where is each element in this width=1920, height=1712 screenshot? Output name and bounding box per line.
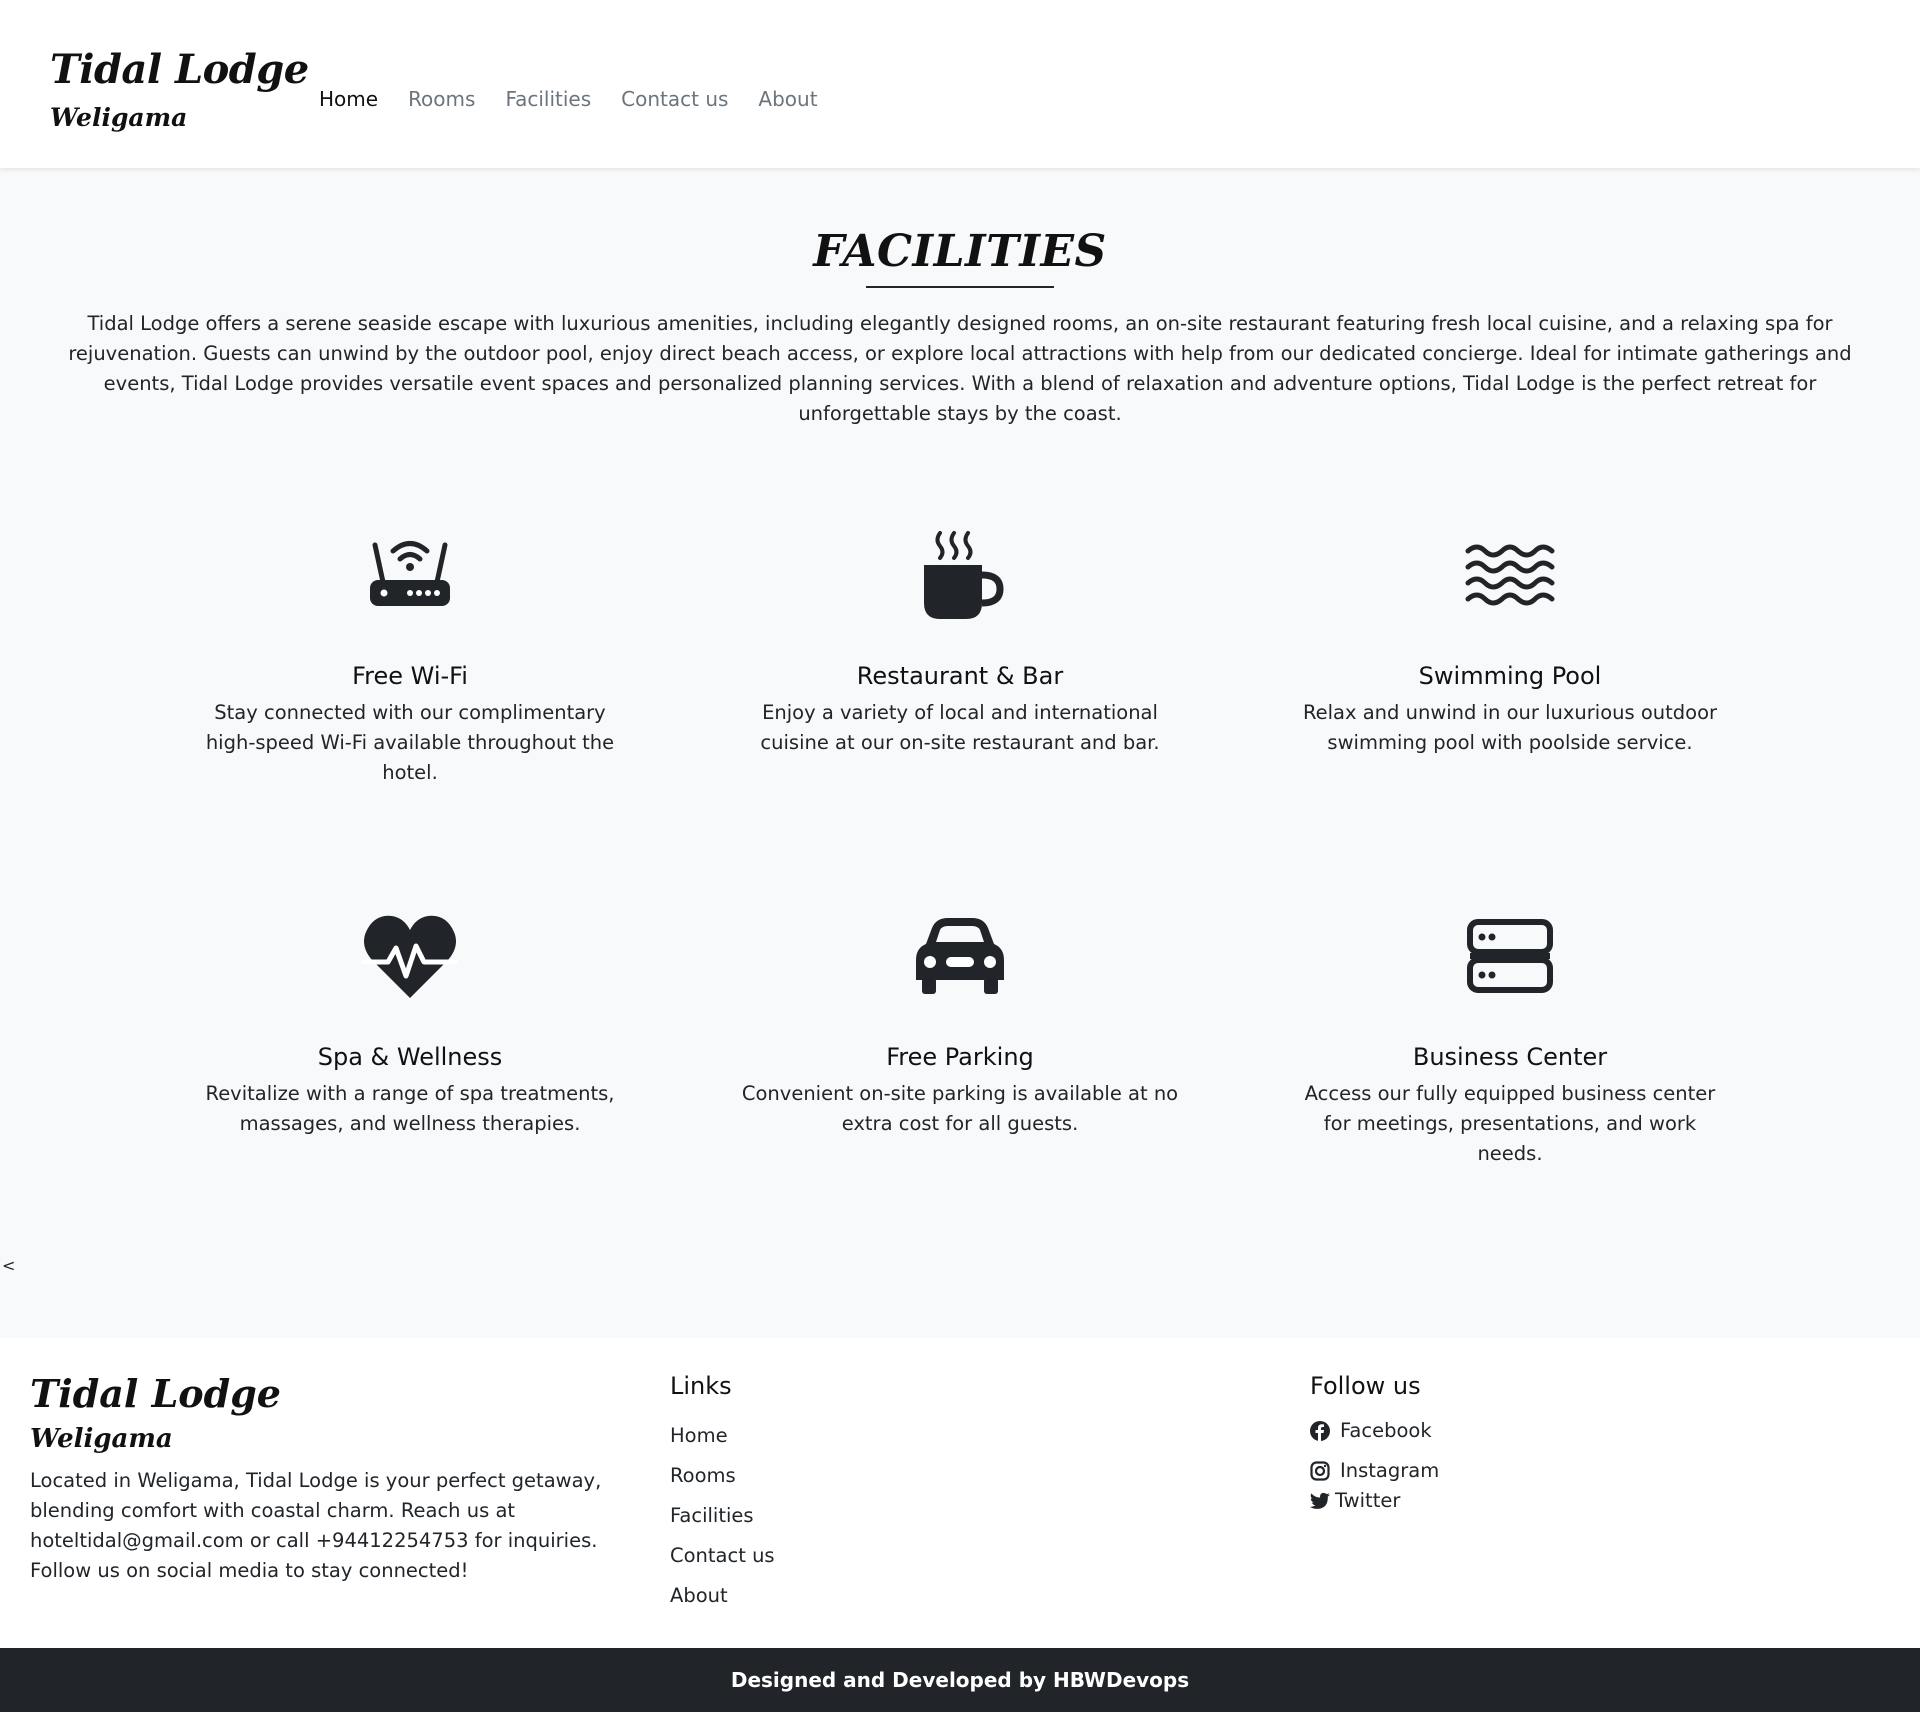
facility-title: Free Parking: [886, 1043, 1034, 1071]
social-label: Facebook: [1340, 1419, 1432, 1442]
credits-bar: Designed and Developed by HBWDevops: [0, 1648, 1920, 1712]
facilities-intro: Tidal Lodge offers a serene seaside esca…: [68, 312, 1852, 425]
brand-name: Tidal Lodge: [50, 46, 309, 93]
facility-card-restaurant: Restaurant & Bar Enjoy a variety of loca…: [725, 525, 1195, 758]
facility-title: Spa & Wellness: [317, 1043, 503, 1071]
facebook-icon: [1310, 1421, 1330, 1441]
footer-link-home[interactable]: Home: [670, 1416, 775, 1456]
brand-subtitle: Weligama: [50, 103, 188, 132]
footer-brand-subtitle: Weligama: [30, 1424, 173, 1454]
facility-text: Relax and unwind in our luxurious outdoo…: [1302, 701, 1718, 754]
facility-title: Swimming Pool: [1418, 662, 1602, 690]
stray-glyph: <: [915, 968, 927, 984]
navbar: Tidal Lodge Weligama Home Rooms Faciliti…: [0, 0, 1920, 168]
facility-title: Business Center: [1412, 1043, 1608, 1071]
social-label: Instagram: [1340, 1459, 1440, 1482]
hot-cup-icon: [924, 531, 1004, 619]
main-nav: Home Rooms Facilities Contact us About: [319, 84, 848, 114]
footer-link-rooms[interactable]: Rooms: [670, 1456, 775, 1496]
facility-card-wifi: Free Wi-Fi Stay connected with our compl…: [175, 525, 645, 788]
social-link-twitter[interactable]: Twitter: [1310, 1486, 1439, 1516]
social-label: Twitter: [1335, 1489, 1401, 1512]
footer-description: Located in Weligama, Tidal Lodge is your…: [30, 1469, 602, 1582]
credits-text: Designed and Developed by HBWDevops: [730, 1668, 1190, 1692]
brand-logo[interactable]: Tidal Lodge Weligama: [50, 42, 309, 136]
server-icon: [1467, 919, 1553, 993]
footer-about: Tidal Lodge Weligama Located in Weligama…: [30, 1368, 630, 1586]
nav-link-home[interactable]: Home: [319, 84, 378, 114]
facility-card-parking: Free Parking Convenient on-site parking …: [725, 906, 1195, 1139]
car-icon: [916, 918, 1004, 994]
footer-link-contact[interactable]: Contact us: [670, 1536, 775, 1576]
facilities-title-wrap: FACILITIES: [0, 222, 1920, 282]
facility-text: Stay connected with our complimentary hi…: [205, 701, 615, 784]
facility-text: Access our fully equipped business cente…: [1304, 1082, 1716, 1165]
social-link-instagram[interactable]: Instagram: [1310, 1456, 1439, 1486]
facility-text: Revitalize with a range of spa treatment…: [205, 1082, 615, 1135]
nav-link-facilities[interactable]: Facilities: [505, 84, 591, 114]
footer-links-title: Links: [670, 1372, 732, 1400]
footer-link-facilities[interactable]: Facilities: [670, 1496, 775, 1536]
facility-card-business: Business Center Access our fully equippe…: [1275, 906, 1745, 1169]
router-icon: [370, 541, 450, 606]
nav-link-about[interactable]: About: [758, 84, 817, 114]
facility-text: Convenient on-site parking is available …: [741, 1082, 1179, 1135]
facility-text: Enjoy a variety of local and internation…: [760, 701, 1160, 754]
footer-link-about[interactable]: About: [670, 1576, 775, 1616]
social-link-facebook[interactable]: Facebook: [1310, 1416, 1439, 1446]
nav-link-contact[interactable]: Contact us: [621, 84, 728, 114]
title-underline: [866, 286, 1054, 288]
instagram-icon: [1310, 1461, 1330, 1481]
facility-title: Restaurant & Bar: [856, 662, 1064, 690]
facilities-title: FACILITIES: [813, 226, 1107, 277]
facility-title: Free Wi-Fi: [352, 662, 468, 690]
footer-links: Links Home Rooms Facilities Contact us A…: [670, 1368, 775, 1616]
water-waves-icon: [1465, 544, 1555, 606]
footer-brand: Tidal Lodge: [30, 1371, 281, 1416]
stray-glyph: <: [2, 1256, 16, 1275]
heart-pulse-icon: [361, 915, 459, 998]
footer: Tidal Lodge Weligama Located in Weligama…: [0, 1338, 1920, 1648]
facility-card-pool: Swimming Pool Relax and unwind in our lu…: [1275, 525, 1745, 758]
nav-link-rooms[interactable]: Rooms: [408, 84, 475, 114]
facility-card-spa: Spa & Wellness Revitalize with a range o…: [175, 906, 645, 1139]
footer-social: Follow us Facebook Instagram Twitter: [1310, 1368, 1439, 1516]
footer-follow-title: Follow us: [1310, 1372, 1421, 1400]
twitter-icon: [1310, 1492, 1330, 1509]
